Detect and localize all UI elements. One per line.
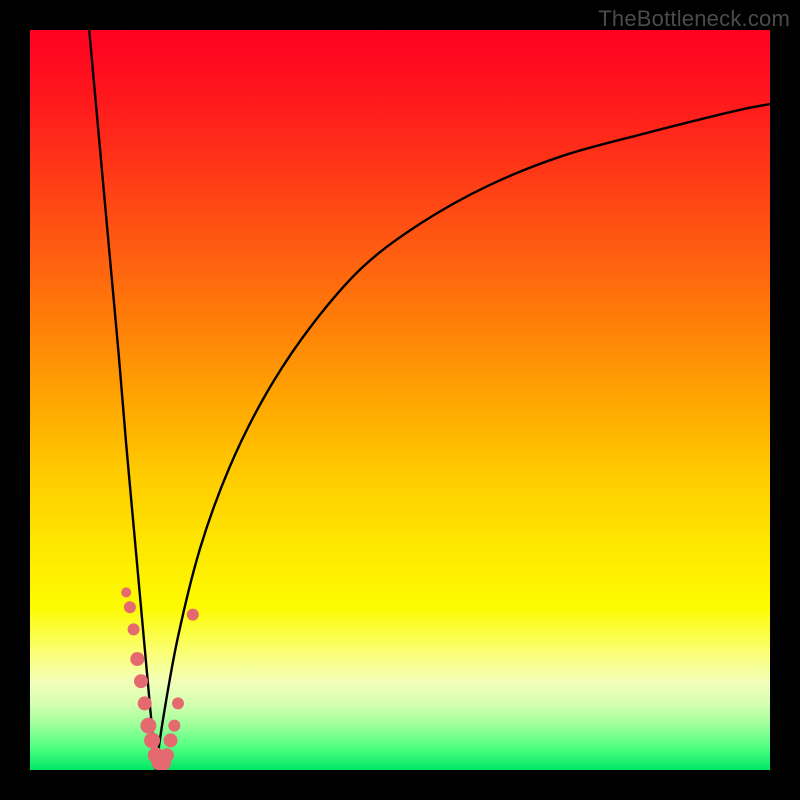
marker-point <box>128 623 140 635</box>
plot-area <box>30 30 770 770</box>
marker-point <box>160 748 174 762</box>
marker-point <box>140 718 156 734</box>
marker-point <box>130 652 144 666</box>
marker-point <box>121 587 131 597</box>
chart-frame: TheBottleneck.com <box>0 0 800 800</box>
curve-layer <box>30 30 770 770</box>
watermark-text: TheBottleneck.com <box>598 6 790 32</box>
curve-bottleneck-curve-left <box>89 30 156 770</box>
marker-point <box>172 697 184 709</box>
marker-point <box>187 609 199 621</box>
marker-point <box>144 732 160 748</box>
marker-point <box>164 733 178 747</box>
curve-bottleneck-curve-right <box>156 104 770 770</box>
marker-point <box>134 674 148 688</box>
marker-point <box>168 720 180 732</box>
marker-point <box>124 601 136 613</box>
marker-point <box>138 696 152 710</box>
